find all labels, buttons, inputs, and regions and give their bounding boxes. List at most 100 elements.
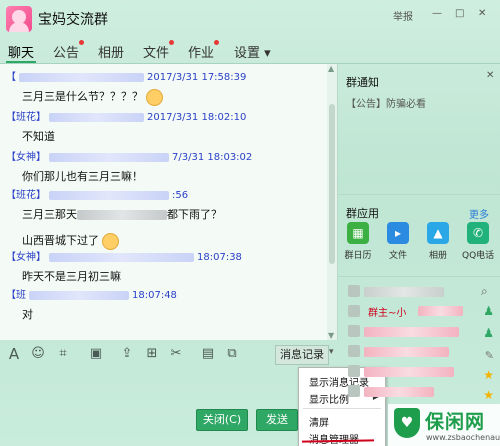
watermark-title: 保闲网: [425, 411, 486, 433]
emoji-icon[interactable]: ☺: [30, 346, 46, 362]
blurred-member: [364, 327, 459, 337]
tab-homework[interactable]: 作业: [188, 40, 220, 61]
message-text: 昨天不是三月初三嘛: [22, 270, 121, 283]
tab-chat[interactable]: 聊天: [8, 42, 34, 61]
message-history-button[interactable]: 消息记录: [275, 345, 329, 365]
sender-tag: 【女神】: [6, 152, 46, 163]
scrollbar[interactable]: ▲ ▼: [327, 64, 337, 340]
emoji-icon: [102, 232, 119, 250]
chat-window: 宝妈交流群 举报 — □ ✕ 聊天 公告 相册 文件 作业 设置 ▾ 【 2017…: [0, 0, 500, 446]
upload-icon[interactable]: ⇪: [119, 346, 135, 362]
chevron-down-icon[interactable]: ▾: [329, 347, 334, 357]
badge-dot: [169, 40, 175, 45]
menu-item-clear-screen[interactable]: 清屏: [309, 414, 329, 429]
right-panel: 群通知 ✕ 【公告】防骗必看 群应用 更多 ▦ 群日历 ▸ 文件 ▲ 相册 ✆ …: [338, 64, 500, 446]
tab-label: 设置 ▾: [234, 46, 271, 61]
clip-icon[interactable]: ⌗: [55, 346, 71, 362]
close-icon[interactable]: ✕: [486, 70, 494, 81]
app-album[interactable]: ▲ 相册: [422, 222, 454, 261]
message: 【班 18:07:48 对: [6, 286, 177, 322]
notice-text[interactable]: 【公告】防骗必看: [346, 95, 426, 110]
avatar: [348, 345, 360, 357]
more-apps-link[interactable]: 更多: [469, 206, 489, 221]
scroll-down-icon[interactable]: ▼: [328, 331, 334, 340]
message-text: 三月三那天: [22, 208, 77, 221]
maximize-icon[interactable]: □: [455, 8, 464, 19]
report-link[interactable]: 举报: [393, 8, 413, 23]
badge-dot: [214, 40, 220, 45]
app-label: 文件: [388, 251, 407, 261]
screen-icon[interactable]: ⧉: [224, 346, 240, 362]
scissors-icon[interactable]: ✂: [168, 346, 184, 362]
sender-tag: 【班花】: [6, 112, 46, 123]
message: 【女神】 7/3/31 18:03:02 你们那儿也有三月三嘛！: [6, 148, 252, 184]
blurred-member: [364, 287, 444, 297]
blurred-member: [364, 367, 454, 377]
blurred-sender: [49, 252, 194, 262]
phone-icon: ✆: [467, 222, 489, 244]
close-icon[interactable]: ✕: [478, 8, 486, 19]
font-icon[interactable]: A: [6, 346, 22, 362]
admin-icon: ♟: [483, 326, 494, 340]
watermark-url: www.zsbaochenau.com: [426, 433, 500, 442]
badge-dot: [79, 40, 85, 45]
app-files[interactable]: ▸ 文件: [382, 222, 414, 261]
message-text-tail: 都下雨了？: [167, 208, 222, 221]
message-text: 山西晋城下过了: [22, 234, 99, 247]
close-button[interactable]: 关闭(C): [196, 409, 248, 431]
message: 【女神】 18:07:38 昨天不是三月初三嘛: [6, 248, 242, 284]
emoji-icon: [146, 88, 163, 106]
blurred-member: [418, 306, 463, 316]
blurred-sender: [49, 152, 169, 162]
message-time: :56: [172, 190, 189, 201]
message-input[interactable]: [0, 368, 337, 446]
scroll-thumb[interactable]: [329, 104, 335, 264]
tab-files[interactable]: 文件: [143, 40, 175, 61]
message-time: 2017/3/31 17:58:39: [147, 72, 247, 83]
tab-album[interactable]: 相册: [98, 42, 124, 61]
image-icon[interactable]: ▣: [88, 346, 104, 362]
avatar: [348, 285, 360, 297]
apps-title: 群应用: [346, 207, 379, 220]
blurred-sender: [29, 290, 129, 300]
search-icon[interactable]: ⌕: [481, 284, 488, 299]
group-avatar[interactable]: [6, 6, 32, 32]
message-text: 对: [22, 308, 33, 321]
sender-tag: 【班: [6, 290, 26, 301]
message-list[interactable]: 【 2017/3/31 17:58:39 三月三是什么节？？？？ 【班花】 2017…: [0, 64, 338, 340]
photo-icon: ▲: [427, 222, 449, 244]
app-calendar[interactable]: ▦ 群日历: [342, 222, 374, 261]
send-button[interactable]: 发送: [256, 409, 298, 431]
blurred-text: [77, 210, 167, 220]
tab-notice[interactable]: 公告: [53, 40, 85, 61]
divider: [338, 194, 500, 195]
group-title: 宝妈交流群: [38, 12, 108, 28]
avatar: [348, 365, 360, 377]
blurred-sender: [49, 112, 144, 122]
title-bar: 宝妈交流群 举报 — □ ✕: [0, 0, 500, 38]
tab-label: 聊天: [8, 46, 35, 61]
member-name: 群主~小: [368, 308, 407, 319]
app-label: QQ电话: [462, 251, 495, 261]
app-phone[interactable]: ✆ QQ电话: [462, 222, 494, 261]
message-time: 18:07:38: [197, 252, 242, 263]
folder-icon: ▸: [387, 222, 409, 244]
avatar: [348, 325, 360, 337]
avatar: [348, 385, 360, 397]
pencil-icon[interactable]: ✎: [485, 349, 494, 362]
minimize-icon[interactable]: —: [432, 8, 442, 19]
message-text: 三月三是什么节？？？？: [22, 90, 143, 103]
blurred-sender: [49, 190, 169, 200]
app-label: 相册: [428, 251, 447, 261]
tab-label: 公告: [53, 46, 80, 61]
app-label: 群日历: [344, 251, 372, 261]
tab-settings[interactable]: 设置 ▾: [234, 42, 271, 61]
tab-label: 作业: [188, 46, 215, 61]
gift-icon[interactable]: ⊞: [144, 346, 160, 362]
calendar-icon: ▦: [347, 222, 369, 244]
shield-icon: ♥: [394, 408, 420, 438]
scroll-up-icon[interactable]: ▲: [328, 64, 334, 73]
trash-icon[interactable]: ▤: [200, 346, 216, 362]
message-time: 7/3/31 18:03:02: [172, 152, 253, 163]
watermark: ♥ 保闲网 www.zsbaochenau.com: [388, 404, 500, 446]
